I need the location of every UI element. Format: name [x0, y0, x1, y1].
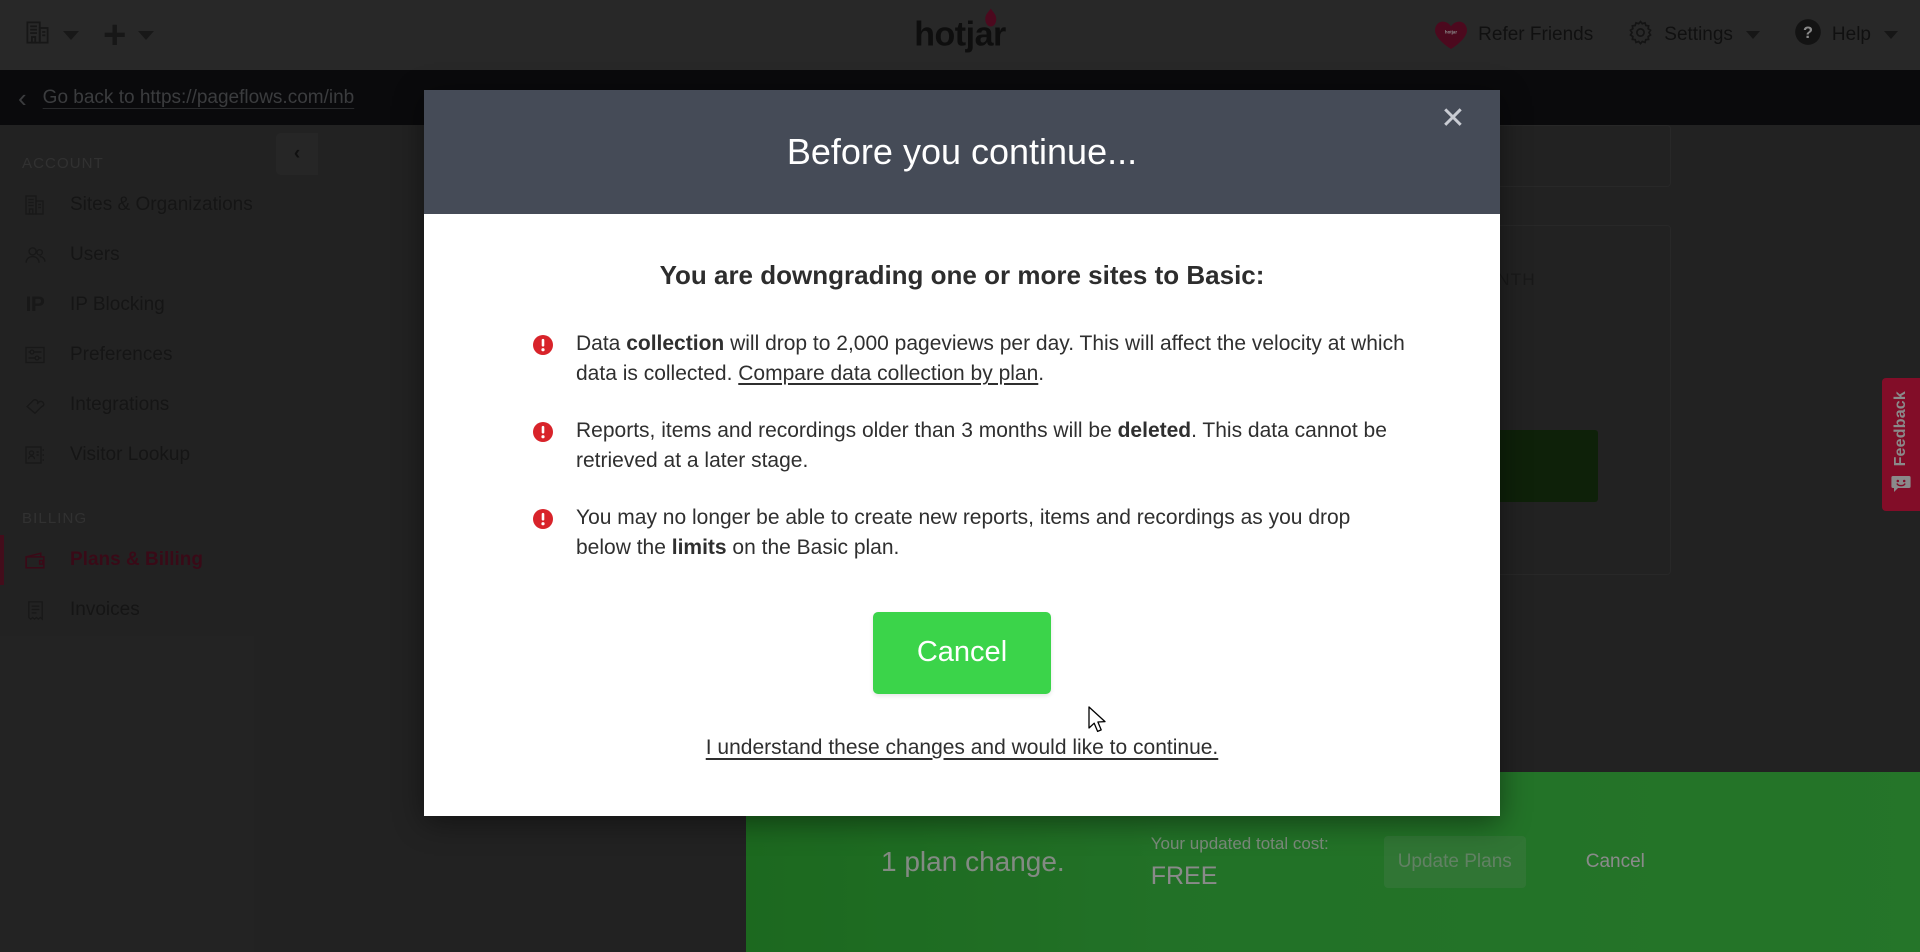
emphasis: limits: [671, 536, 727, 560]
warning-list-item: You may no longer be able to create new …: [532, 503, 1408, 564]
continue-anyway-link[interactable]: I understand these changes and would lik…: [706, 736, 1219, 760]
warning-list: Data collection will drop to 2,000 pagev…: [424, 329, 1500, 564]
emphasis: collection: [626, 332, 725, 355]
modal-header: Before you continue... ✕: [424, 90, 1500, 214]
exclamation-circle-icon: [532, 508, 554, 530]
warning-text: Reports, items and recordings older than…: [576, 418, 1387, 473]
warning-list-item: Data collection will drop to 2,000 pagev…: [532, 329, 1408, 390]
modal-actions: Cancel I understand these changes and wo…: [424, 611, 1500, 760]
exclamation-circle-icon: [532, 421, 554, 443]
exclamation-circle-icon: [532, 334, 554, 356]
close-icon[interactable]: ✕: [1432, 98, 1474, 140]
warning-text: You may no longer be able to create new …: [576, 505, 1351, 560]
warning-list-item: Reports, items and recordings older than…: [532, 416, 1408, 477]
warning-text: Data collection will drop to 2,000 pagev…: [576, 332, 1405, 386]
modal-heading: You are downgrading one or more sites to…: [659, 260, 1265, 290]
emphasis: deleted: [1117, 418, 1192, 442]
modal-title: Before you continue...: [786, 131, 1138, 172]
cancel-button[interactable]: Cancel: [873, 611, 1051, 694]
modal-body: You are downgrading one or more sites to…: [424, 214, 1500, 816]
before-you-continue-modal: Before you continue... ✕ You are downgra…: [424, 90, 1500, 816]
inline-link[interactable]: Compare data collection by plan: [738, 362, 1038, 385]
